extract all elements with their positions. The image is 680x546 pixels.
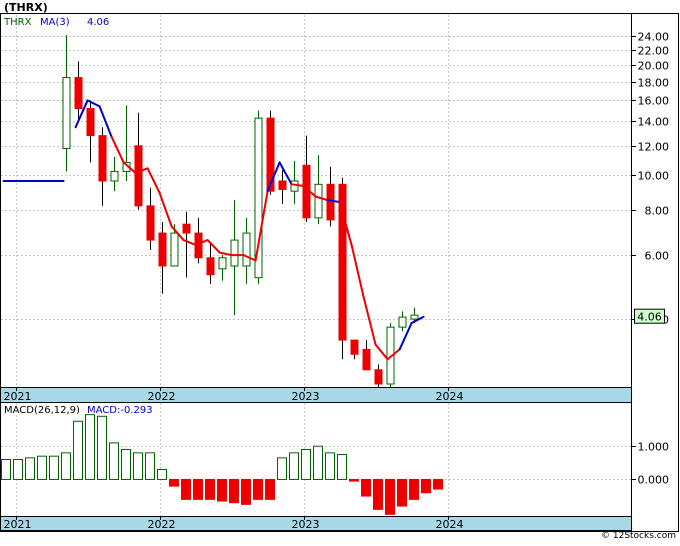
price-tick-label: 14.00 <box>638 116 670 129</box>
price-tick-label: 24.00 <box>638 31 670 44</box>
last-value-label: 4.06 <box>637 311 662 324</box>
macd-legend-value: MACD:-0.293 <box>87 405 153 416</box>
macd-bar-negative <box>193 478 203 500</box>
price-tick-label: 22.00 <box>638 45 670 58</box>
macd-bar-negative <box>361 478 371 497</box>
price-legend-ma-value: 4.06 <box>87 17 109 28</box>
macd-bar-positive <box>145 452 155 480</box>
macd-bar-positive <box>325 452 335 480</box>
macd-bar-negative <box>205 478 215 500</box>
macd-bar-positive <box>157 468 167 480</box>
macd-bar-positive <box>1 459 11 480</box>
macd-bar-positive <box>289 452 299 480</box>
year-label: 2023 <box>292 518 320 531</box>
price-tick-label: 20.00 <box>638 60 670 73</box>
macd-bar-negative <box>349 478 359 482</box>
macd-bar-negative <box>229 478 239 504</box>
candle-down <box>326 183 335 221</box>
year-label: 2024 <box>436 390 464 403</box>
macd-bar-negative <box>253 478 263 500</box>
price-tick-label: 6.00 <box>645 250 670 263</box>
macd-tick-label: 1.000 <box>638 441 670 454</box>
year-label: 2023 <box>292 390 320 403</box>
candle-down <box>182 223 191 234</box>
macd-bar-negative <box>421 478 431 494</box>
year-label: 2022 <box>148 518 176 531</box>
macd-bar-positive <box>133 452 143 480</box>
price-tick-label: 12.00 <box>638 141 670 154</box>
year-label: 2024 <box>436 518 464 531</box>
price-legend-ma: MA(3) <box>40 17 70 28</box>
candle-down <box>98 135 107 182</box>
macd-bar-negative <box>181 478 191 500</box>
candle-down <box>362 348 371 371</box>
macd-bar-positive <box>61 452 71 480</box>
candle-up <box>218 257 227 270</box>
candle-down <box>134 145 143 207</box>
macd-bar-positive <box>73 420 83 480</box>
macd-bar-negative <box>397 478 407 507</box>
macd-tick-label: 0.000 <box>638 474 670 487</box>
macd-bar-positive <box>313 445 323 480</box>
stock-chart: 4.006.008.0010.0012.0014.0016.0018.0020.… <box>0 13 679 532</box>
macd-bar-positive <box>97 415 107 480</box>
candle-down <box>278 180 287 190</box>
macd-bar-positive <box>109 442 119 480</box>
macd-bar-positive <box>49 455 59 480</box>
candle-down <box>146 205 155 241</box>
candle-down <box>338 183 347 341</box>
macd-bar-positive <box>301 449 311 480</box>
macd-bar-negative <box>265 478 275 500</box>
macd-bar-negative <box>217 478 227 502</box>
price-tick-label: 16.00 <box>638 95 670 108</box>
candle-down <box>206 257 215 276</box>
candle-down <box>350 339 359 355</box>
candle-down <box>374 369 383 385</box>
candle-up <box>170 232 179 267</box>
candle-up <box>290 180 299 192</box>
macd-bar-positive <box>25 457 35 480</box>
macd-legend-label: MACD(26,12,9) <box>4 405 80 416</box>
candle-up <box>230 239 239 267</box>
year-label: 2021 <box>4 390 32 403</box>
candle-up <box>398 316 407 328</box>
macd-bar-negative <box>169 478 179 487</box>
macd-bar-negative <box>409 478 419 500</box>
macd-bar-positive <box>121 449 131 480</box>
macd-bar-negative <box>373 478 383 510</box>
candle-down <box>86 108 95 137</box>
macd-bar-positive <box>277 457 287 480</box>
macd-bar-negative <box>385 478 395 515</box>
price-legend-ticker: THRX <box>3 17 32 28</box>
macd-bar-positive <box>85 414 95 480</box>
price-tick-label: 8.00 <box>645 205 670 218</box>
macd-bar-positive <box>13 459 23 480</box>
macd-bar-positive <box>37 455 47 480</box>
candle-up <box>242 232 251 267</box>
macd-bar-negative <box>241 478 251 505</box>
macd-bar-negative <box>433 478 443 490</box>
year-label: 2021 <box>4 518 32 531</box>
candle-up <box>62 77 71 149</box>
price-tick-label: 10.00 <box>638 170 670 183</box>
footer-credit: © 12Stocks.com <box>601 531 676 541</box>
candle-down <box>74 77 83 110</box>
macd-bar-positive <box>337 454 347 480</box>
price-tick-label: 18.00 <box>638 77 670 90</box>
candle-up <box>410 314 419 320</box>
candle-up <box>110 170 119 182</box>
candle-up <box>314 183 323 219</box>
year-label: 2022 <box>148 390 176 403</box>
candle-down <box>158 232 167 267</box>
